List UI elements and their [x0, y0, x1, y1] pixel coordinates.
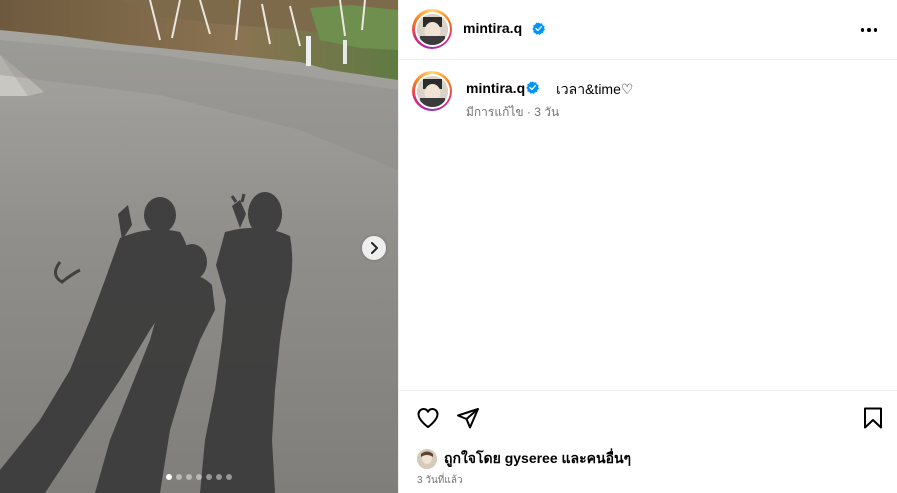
- carousel-dot: [206, 474, 212, 480]
- like-button[interactable]: [416, 406, 440, 435]
- caption-meta: มีการแก้ไข · 3 วัน: [466, 105, 560, 119]
- carousel-next-button[interactable]: [362, 236, 386, 260]
- share-button[interactable]: [456, 406, 480, 435]
- carousel-dot: [186, 474, 192, 480]
- post-caption: เวลา&time♡: [556, 81, 634, 97]
- more-options-icon: [860, 28, 865, 32]
- carousel-dot: [196, 474, 202, 480]
- liker-avatar[interactable]: [417, 449, 437, 469]
- carousel-dot: [226, 474, 232, 480]
- post-timestamp[interactable]: 3 วันที่แล้ว: [417, 473, 463, 488]
- author-username[interactable]: mintira.q: [463, 20, 522, 36]
- author-avatar[interactable]: [412, 9, 452, 49]
- carousel-dot: [176, 474, 182, 480]
- post-header: mintira.q: [399, 0, 897, 60]
- verified-badge-icon: [532, 22, 545, 35]
- carousel-dot: [216, 474, 222, 480]
- bookmark-icon: [864, 407, 882, 429]
- caption-author-avatar[interactable]: [412, 71, 452, 111]
- chevron-right-icon: [371, 242, 378, 254]
- post-photo: [0, 0, 398, 493]
- carousel-dot: [166, 474, 172, 480]
- shadows-on-road-image: [0, 0, 398, 493]
- liker-avatar-photo: [417, 449, 437, 469]
- save-button[interactable]: [861, 406, 885, 435]
- likes-summary[interactable]: ถูกใจโดย gyseree และคนอื่นๆ: [417, 448, 631, 470]
- paper-plane-icon: [457, 408, 479, 429]
- verified-badge-icon: [526, 81, 539, 94]
- carousel-indicator: [0, 474, 398, 480]
- more-options-button[interactable]: [857, 20, 881, 40]
- avatar-photo: [416, 75, 448, 107]
- post-details-panel: mintira.q mintira.q เวลา&time♡ มีการแก้ไ…: [398, 0, 897, 493]
- likes-text: ถูกใจโดย gyseree และคนอื่นๆ: [444, 450, 632, 466]
- caption-username[interactable]: mintira.q: [466, 80, 525, 96]
- avatar-photo: [416, 13, 448, 45]
- heart-icon: [417, 408, 439, 428]
